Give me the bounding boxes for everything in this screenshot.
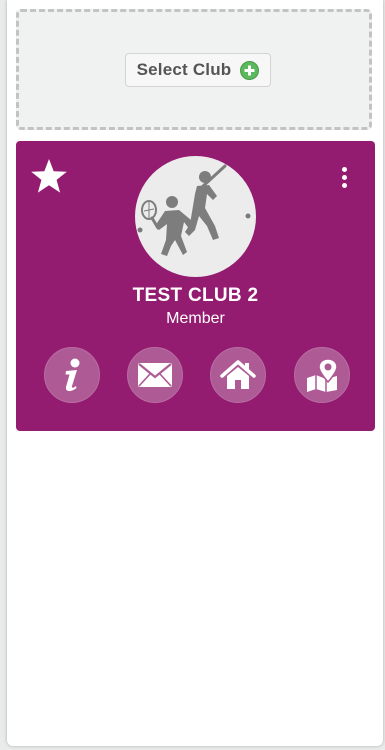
- club-card: TEST CLUB 2 Member: [16, 141, 375, 431]
- more-vertical-icon[interactable]: [337, 167, 351, 197]
- club-logo: [135, 156, 256, 277]
- home-icon: [220, 360, 256, 389]
- select-club-area: Select Club: [16, 9, 372, 130]
- envelope-icon: [138, 363, 172, 387]
- email-button[interactable]: [127, 347, 183, 403]
- club-name: TEST CLUB 2: [132, 285, 259, 306]
- plus-circle-icon: [240, 60, 260, 80]
- map-pin-icon: [307, 358, 338, 392]
- app-frame: Select Club TEST CLUB 2 Member: [7, 0, 383, 746]
- select-club-button[interactable]: Select Club: [125, 53, 271, 87]
- map-button[interactable]: [294, 347, 350, 403]
- home-button[interactable]: [210, 347, 266, 403]
- info-icon: [65, 358, 80, 392]
- tennis-golf-players-icon: [137, 164, 251, 256]
- select-club-label: Select Club: [136, 60, 232, 79]
- info-button[interactable]: [44, 347, 100, 403]
- star-icon[interactable]: [29, 157, 69, 195]
- club-role: Member: [166, 310, 225, 327]
